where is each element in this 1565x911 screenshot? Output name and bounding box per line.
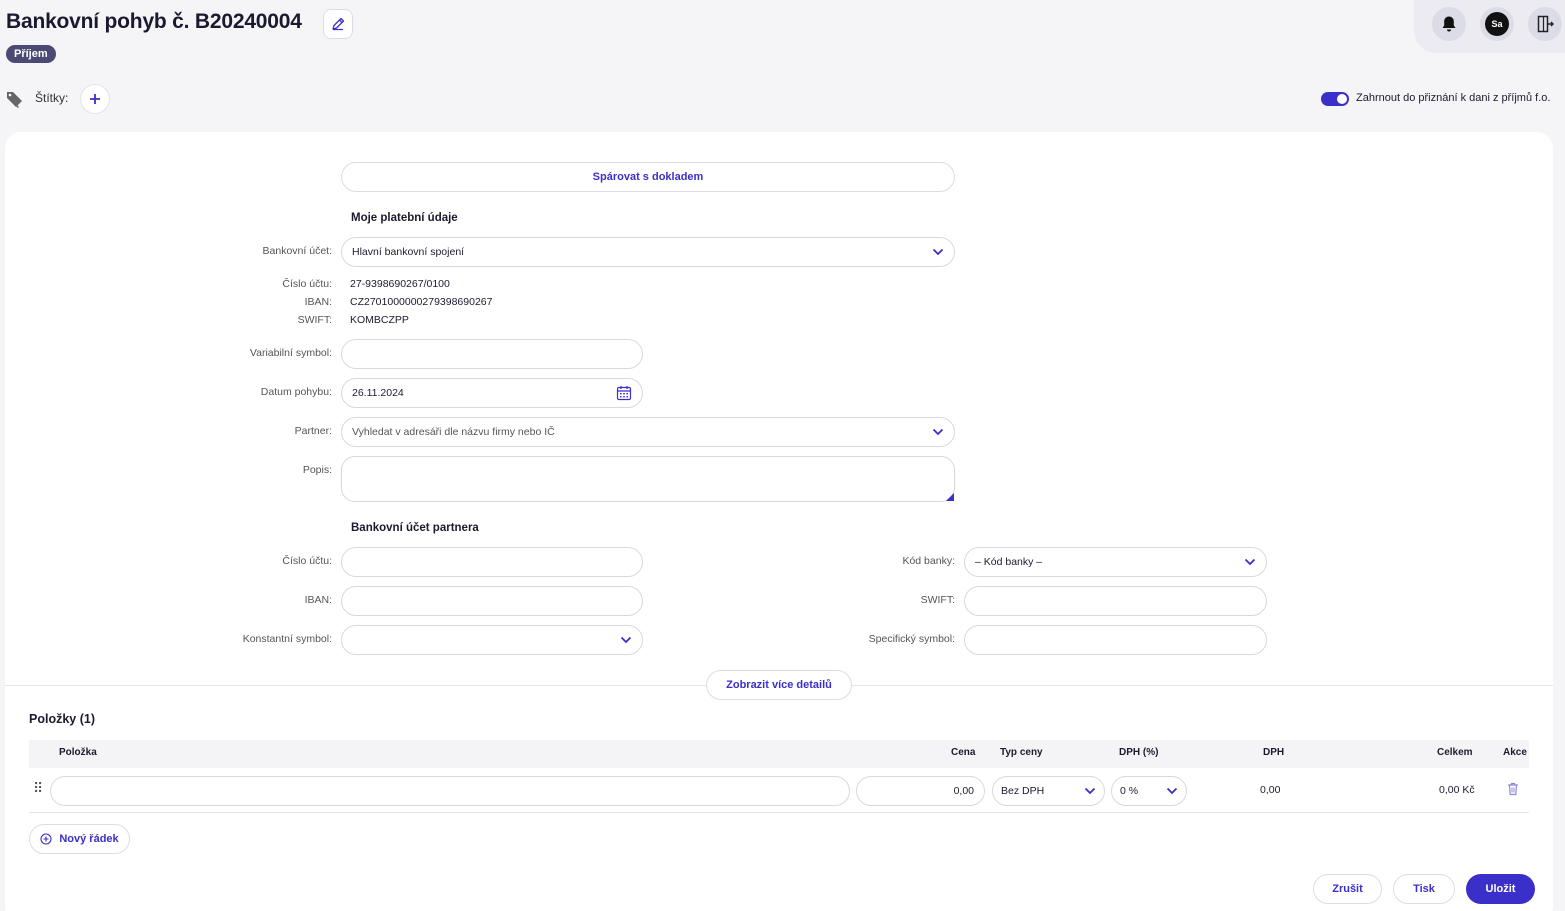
chevron-down-icon — [932, 248, 944, 256]
partner-label: Partner: — [294, 425, 332, 437]
specific-symbol-input[interactable] — [964, 625, 1267, 655]
partner-select[interactable]: Vyhledat v adresáři dle názvu firmy nebo… — [341, 417, 955, 447]
chevron-down-icon — [1166, 787, 1178, 795]
print-button[interactable]: Tisk — [1393, 874, 1455, 904]
top-toolbar: Sa — [1414, 0, 1565, 53]
page-title: Bankovní pohyb č. B20240004 — [6, 10, 302, 33]
new-row-label: Nový řádek — [59, 833, 119, 845]
logout-icon — [1537, 15, 1554, 33]
pair-with-document-button[interactable]: Spárovat s dokladem — [341, 162, 955, 192]
cancel-button[interactable]: Zrušit — [1313, 874, 1382, 904]
tax-return-toggle-label: Zahrnout do přiznání k dani z příjmů f.o… — [1356, 92, 1551, 104]
date-value: 26.11.2024 — [352, 387, 404, 399]
items-table-header — [29, 740, 1529, 768]
notifications-button[interactable] — [1432, 7, 1466, 41]
item-total-value: 0,00 Kč — [1439, 784, 1475, 796]
bank-code-value: – Kód banky – — [975, 556, 1043, 568]
partner-iban-input[interactable] — [341, 586, 643, 616]
partner-swift-label: SWIFT: — [920, 594, 955, 606]
partner-account-section-title: Bankovní účet partnera — [351, 522, 479, 534]
bank-account-value: Hlavní bankovní spojení — [352, 246, 465, 258]
specific-symbol-label: Specifický symbol: — [868, 633, 955, 645]
new-row-button[interactable]: Nový řádek — [29, 824, 130, 854]
column-header-vat: DPH — [1263, 747, 1285, 758]
chevron-down-icon — [1084, 787, 1096, 795]
plus-icon — [90, 94, 100, 104]
tags-label: Štítky: — [35, 91, 69, 105]
chevron-down-icon — [1244, 558, 1256, 566]
item-vat-rate-select[interactable]: 0 % — [1111, 776, 1187, 806]
bell-icon — [1442, 16, 1456, 32]
partner-iban-label: IBAN: — [304, 594, 332, 606]
variable-symbol-input[interactable] — [341, 339, 643, 369]
type-badge: Příjem — [6, 45, 56, 63]
plus-circle-icon — [40, 833, 52, 845]
drag-handle-icon[interactable]: ⠿ — [33, 781, 43, 795]
swift-value: KOMBCZPP — [350, 314, 409, 326]
description-label: Popis: — [302, 464, 332, 476]
partner-account-number-label: Číslo účtu: — [282, 555, 332, 567]
item-price-value: 0,00 — [953, 785, 974, 797]
date-input[interactable]: 26.11.2024 — [341, 378, 643, 408]
column-header-total: Celkem — [1437, 747, 1473, 758]
avatar: Sa — [1485, 12, 1509, 36]
save-button[interactable]: Uložit — [1466, 874, 1535, 904]
column-header-vat-rate: DPH (%) — [1119, 747, 1159, 758]
iban-value: CZ2701000000279398690267 — [350, 296, 493, 308]
tag-icon — [5, 90, 25, 111]
bank-account-label: Bankovní účet: — [262, 245, 332, 257]
edit-icon — [332, 17, 345, 31]
partner-swift-input[interactable] — [964, 586, 1267, 616]
bank-code-select[interactable]: – Kód banky – — [964, 547, 1267, 577]
trash-icon — [1508, 782, 1518, 796]
iban-label: IBAN: — [304, 296, 332, 308]
partner-placeholder: Vyhledat v adresáři dle názvu firmy nebo… — [352, 426, 555, 438]
items-title: Položky (1) — [29, 712, 95, 726]
tax-return-toggle[interactable] — [1321, 92, 1349, 106]
item-vat-value: 0,00 — [1260, 784, 1281, 796]
bank-account-select[interactable]: Hlavní bankovní spojení — [341, 237, 955, 267]
column-header-actions: Akce — [1503, 747, 1527, 758]
description-textarea[interactable] — [341, 456, 955, 502]
constant-symbol-label: Konstantní symbol: — [242, 633, 332, 645]
swift-label: SWIFT: — [297, 314, 332, 326]
item-vat-rate-value: 0 % — [1120, 785, 1139, 797]
date-label: Datum pohybu: — [260, 386, 332, 398]
row-divider — [29, 812, 1529, 813]
show-more-details-button[interactable]: Zobrazit více detailů — [706, 670, 852, 700]
column-header-item: Položka — [59, 747, 97, 758]
column-header-price: Cena — [951, 747, 976, 758]
account-number-label: Číslo účtu: — [282, 278, 332, 290]
chevron-down-icon — [932, 428, 944, 436]
account-number-value: 27-9398690267/0100 — [350, 278, 450, 290]
bank-code-label: Kód banky: — [902, 555, 955, 567]
partner-account-number-input[interactable] — [341, 547, 643, 577]
item-name-input[interactable] — [50, 776, 850, 806]
chevron-down-icon — [620, 636, 632, 644]
resize-handle-icon[interactable] — [946, 493, 954, 501]
add-tag-button[interactable] — [80, 84, 110, 114]
my-payment-section-title: Moje platební údaje — [351, 212, 458, 224]
user-menu-button[interactable]: Sa — [1480, 7, 1514, 41]
variable-symbol-label: Variabilní symbol: — [249, 347, 332, 359]
column-header-price-type: Typ ceny — [1000, 747, 1043, 758]
item-price-type-select[interactable]: Bez DPH — [992, 776, 1105, 806]
calendar-icon[interactable] — [616, 385, 632, 401]
delete-row-button[interactable] — [1507, 782, 1519, 799]
constant-symbol-select[interactable] — [341, 625, 643, 655]
edit-title-button[interactable] — [323, 9, 353, 39]
logout-button[interactable] — [1528, 7, 1562, 41]
item-price-type-value: Bez DPH — [1001, 785, 1045, 797]
item-price-input[interactable]: 0,00 — [856, 776, 985, 806]
